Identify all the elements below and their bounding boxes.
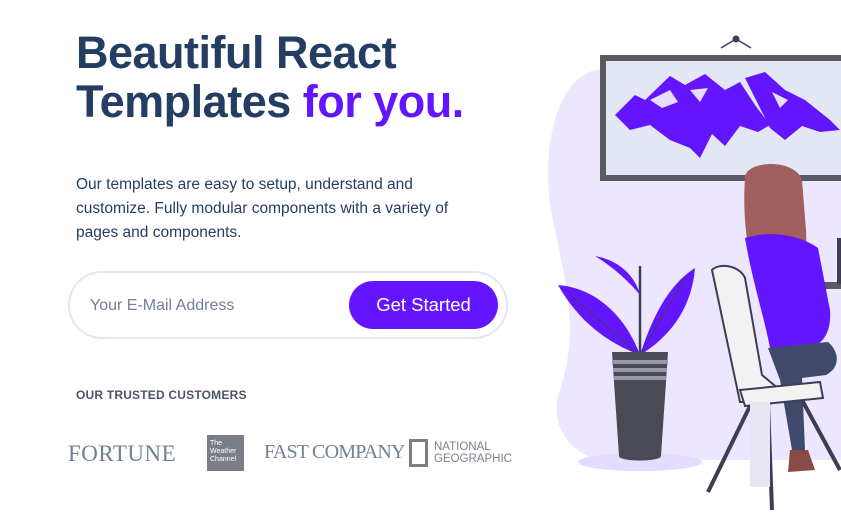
hero-text: Beautiful React Templates for you. Our t…: [76, 28, 536, 245]
signup-form: Get Started: [68, 271, 508, 339]
hero-illustration: [540, 30, 841, 524]
weather-logo-line2: Weather: [210, 448, 237, 455]
headline-line2: Templates: [76, 76, 303, 127]
weather-channel-logo: The Weather Channel: [207, 435, 244, 471]
natgeo-line2: GEOGRAPHIC: [434, 453, 512, 465]
trusted-customers-heading: OUR TRUSTED CUSTOMERS: [76, 388, 247, 402]
fortune-logo: FORTUNE: [68, 441, 177, 466]
weather-logo-line1: The: [210, 440, 223, 447]
frame-hook: [732, 35, 740, 43]
woman-at-desk-illustration: [547, 35, 841, 511]
get-started-button[interactable]: Get Started: [349, 281, 498, 329]
weather-logo-line3: Channel: [210, 456, 237, 463]
email-input[interactable]: [90, 289, 340, 323]
fast-company-logo: FAST COMPANY: [264, 441, 405, 463]
headline-line1: Beautiful React: [76, 27, 397, 78]
monitor: [837, 238, 841, 284]
hero-headline: Beautiful React Templates for you.: [76, 28, 536, 126]
natgeo-line1: NATIONAL: [434, 441, 491, 453]
headline-accent: for you.: [302, 76, 465, 127]
customer-logos: FORTUNE The Weather Channel FAST COMPANY…: [68, 434, 518, 474]
natgeo-frame-icon: [409, 439, 428, 467]
hero-description: Our templates are easy to setup, underst…: [76, 176, 449, 241]
